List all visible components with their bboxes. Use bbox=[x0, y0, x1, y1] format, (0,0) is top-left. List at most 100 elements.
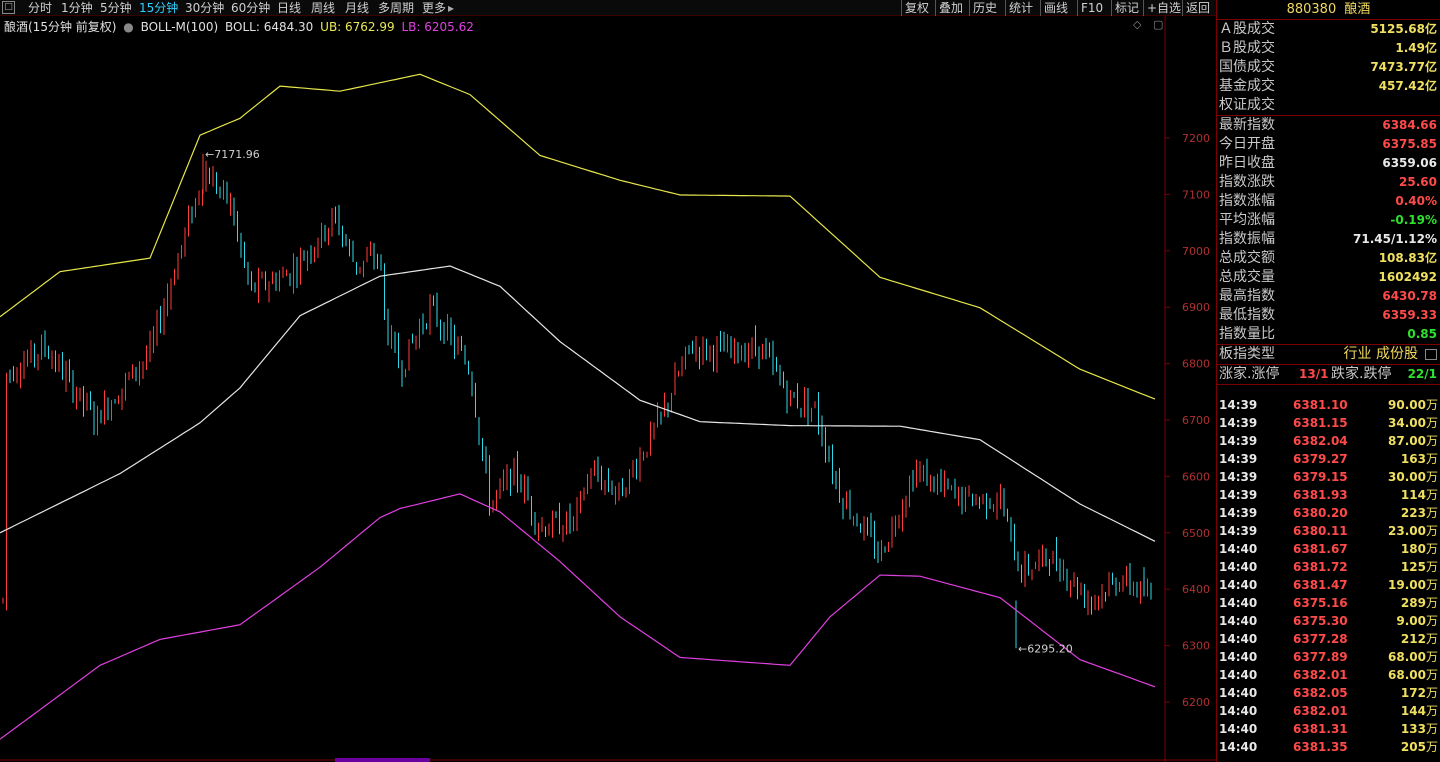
turnover-value: 5125.68亿 bbox=[1370, 22, 1437, 36]
tick-row[interactable]: 14:40 6382.01 144万 bbox=[1217, 702, 1440, 720]
tab-more[interactable]: 更多 bbox=[422, 0, 446, 16]
btn-back[interactable]: 返回 bbox=[1186, 0, 1210, 16]
btn-add-watchlist[interactable]: +自选 bbox=[1147, 0, 1181, 16]
tick-price: 6380.20 bbox=[1293, 506, 1348, 520]
tick-time: 14:40 bbox=[1219, 578, 1258, 592]
window-menu-icon[interactable]: □ bbox=[2, 1, 15, 14]
tab-monthly[interactable]: 月线 bbox=[345, 0, 369, 16]
tick-row[interactable]: 14:39 6379.15 30.00万 bbox=[1217, 468, 1440, 486]
tick-row[interactable]: 14:40 6375.30 9.00万 bbox=[1217, 612, 1440, 630]
tick-row[interactable]: 14:39 6380.20 223万 bbox=[1217, 504, 1440, 522]
turnover-label: 基金成交 bbox=[1219, 78, 1275, 94]
tick-time: 14:40 bbox=[1219, 704, 1258, 718]
tick-price: 6381.67 bbox=[1293, 542, 1348, 556]
tick-price: 6375.30 bbox=[1293, 614, 1348, 628]
btn-stats[interactable]: 统计 bbox=[1009, 0, 1033, 16]
turnover-row: 权证成交 bbox=[1217, 96, 1440, 115]
tick-row[interactable]: 14:39 6382.04 87.00万 bbox=[1217, 432, 1440, 450]
tick-price: 6382.01 bbox=[1293, 668, 1348, 682]
tick-row[interactable]: 14:40 6381.67 180万 bbox=[1217, 540, 1440, 558]
scroll-thumb[interactable] bbox=[335, 758, 430, 762]
tick-row[interactable]: 14:40 6381.35 205万 bbox=[1217, 738, 1440, 756]
tick-row[interactable]: 14:39 6381.93 114万 bbox=[1217, 486, 1440, 504]
turnover-row: 国债成交 7473.77亿 bbox=[1217, 58, 1440, 77]
tick-list[interactable]: 14:39 6381.10 90.00万 14:39 6381.15 34.00万 14:3… bbox=[1217, 396, 1440, 756]
tab-intraday[interactable]: 分时 bbox=[28, 0, 52, 16]
tick-row[interactable]: 14:39 6381.15 34.00万 bbox=[1217, 414, 1440, 432]
stat-label: 指数涨跌 bbox=[1219, 174, 1275, 190]
tick-row[interactable]: 14:40 6382.01 68.00万 bbox=[1217, 666, 1440, 684]
tick-volume: 144万 bbox=[1400, 704, 1438, 718]
tick-time: 14:40 bbox=[1219, 596, 1258, 610]
tick-row[interactable]: 14:40 6381.47 19.00万 bbox=[1217, 576, 1440, 594]
tick-volume: 23.00万 bbox=[1388, 524, 1438, 538]
stat-value: 0.40% bbox=[1395, 194, 1437, 208]
btn-overlay[interactable]: 叠加 bbox=[939, 0, 963, 16]
chart-canvas[interactable]: 7200 7100 7000 6900 6800 6700 6600 6500 6400 6300… bbox=[0, 16, 1216, 762]
tick-row[interactable]: 14:40 6381.72 125万 bbox=[1217, 558, 1440, 576]
tab-1min[interactable]: 1分钟 bbox=[61, 0, 93, 16]
y-tick-label: 6300 bbox=[1182, 640, 1210, 653]
window-icon[interactable]: ▢ bbox=[1153, 18, 1163, 31]
tick-time: 14:40 bbox=[1219, 668, 1258, 682]
tick-row[interactable]: 14:40 6375.16 289万 bbox=[1217, 594, 1440, 612]
tick-price: 6381.31 bbox=[1293, 722, 1348, 736]
btn-adjust[interactable]: 复权 bbox=[905, 0, 929, 16]
tick-time: 14:39 bbox=[1219, 470, 1258, 484]
y-tick-label: 7200 bbox=[1182, 132, 1210, 145]
stat-value: 6359.33 bbox=[1382, 308, 1437, 322]
y-tick-label: 6400 bbox=[1182, 583, 1210, 596]
tick-volume: 133万 bbox=[1400, 722, 1438, 736]
indicator-dot-icon[interactable]: ● bbox=[123, 20, 133, 34]
tick-time: 14:40 bbox=[1219, 722, 1258, 736]
tab-multi-period[interactable]: 多周期 bbox=[378, 0, 414, 16]
tick-row[interactable]: 14:39 6379.27 163万 bbox=[1217, 450, 1440, 468]
chart-legend: 酿酒(15分钟 前复权) ● BOLL-M(100) BOLL: 6484.30… bbox=[4, 18, 477, 35]
stat-label: 最高指数 bbox=[1219, 288, 1275, 304]
high-annotation: ←7171.96 bbox=[205, 148, 260, 161]
tick-row[interactable]: 14:40 6381.31 133万 bbox=[1217, 720, 1440, 738]
y-tick-label: 7000 bbox=[1182, 245, 1210, 258]
btn-f10[interactable]: F10 bbox=[1081, 0, 1103, 16]
tab-30min[interactable]: 30分钟 bbox=[185, 0, 224, 16]
tick-volume: 125万 bbox=[1400, 560, 1438, 574]
tick-row[interactable]: 14:40 6377.89 68.00万 bbox=[1217, 648, 1440, 666]
tick-time: 14:39 bbox=[1219, 488, 1258, 502]
stat-label: 最低指数 bbox=[1219, 307, 1275, 323]
btn-draw[interactable]: 画线 bbox=[1044, 0, 1068, 16]
tab-weekly[interactable]: 周线 bbox=[311, 0, 335, 16]
tab-15min[interactable]: 15分钟 bbox=[139, 0, 178, 16]
btn-mark[interactable]: 标记 bbox=[1115, 0, 1139, 16]
tick-price: 6382.05 bbox=[1293, 686, 1348, 700]
tick-volume: 180万 bbox=[1400, 542, 1438, 556]
tab-daily[interactable]: 日线 bbox=[277, 0, 301, 16]
board-type-value[interactable]: 行业 成份股 bbox=[1344, 345, 1418, 364]
tick-row[interactable]: 14:40 6382.05 172万 bbox=[1217, 684, 1440, 702]
indicator-name[interactable]: BOLL-M(100) bbox=[141, 20, 219, 34]
more-arrow-icon[interactable]: ▸ bbox=[448, 0, 454, 16]
tick-row[interactable]: 14:39 6381.10 90.00万 bbox=[1217, 396, 1440, 414]
tab-60min[interactable]: 60分钟 bbox=[231, 0, 270, 16]
tick-price: 6381.10 bbox=[1293, 398, 1348, 412]
turnover-label: 国债成交 bbox=[1219, 59, 1275, 75]
tick-volume: 68.00万 bbox=[1388, 650, 1438, 664]
tick-price: 6379.27 bbox=[1293, 452, 1348, 466]
ub-value: UB: 6762.99 bbox=[320, 20, 395, 34]
tick-row[interactable]: 14:39 6380.11 23.00万 bbox=[1217, 522, 1440, 540]
tick-row[interactable]: 14:40 6377.28 212万 bbox=[1217, 630, 1440, 648]
diamond-icon[interactable]: ◇ bbox=[1133, 18, 1141, 31]
tab-5min[interactable]: 5分钟 bbox=[100, 0, 132, 16]
index-stats: 最新指数 6384.66 今日开盘 6375.85 昨日收盘 6359.06 指数涨跌 25.… bbox=[1217, 116, 1440, 344]
quote-panel: 880380 酿酒 Ａ股成交 5125.68亿 Ｂ股成交 1.49亿 国债成交 7473.… bbox=[1216, 0, 1440, 762]
turnover-label: Ａ股成交 bbox=[1219, 21, 1275, 37]
stat-label: 今日开盘 bbox=[1219, 136, 1275, 152]
stat-value: 6359.06 bbox=[1382, 156, 1437, 170]
chart-title: 酿酒(15分钟 前复权) bbox=[4, 20, 117, 34]
stat-value: -0.19% bbox=[1390, 213, 1437, 227]
btn-history[interactable]: 历史 bbox=[973, 0, 997, 16]
kline-chart[interactable]: 7200 7100 7000 6900 6800 6700 6600 6500 6400 6300… bbox=[0, 16, 1216, 762]
board-list-icon[interactable] bbox=[1425, 349, 1437, 360]
stat-value: 6375.85 bbox=[1382, 137, 1437, 151]
turnover-row: 基金成交 457.42亿 bbox=[1217, 77, 1440, 96]
turnover-row: Ｂ股成交 1.49亿 bbox=[1217, 39, 1440, 58]
